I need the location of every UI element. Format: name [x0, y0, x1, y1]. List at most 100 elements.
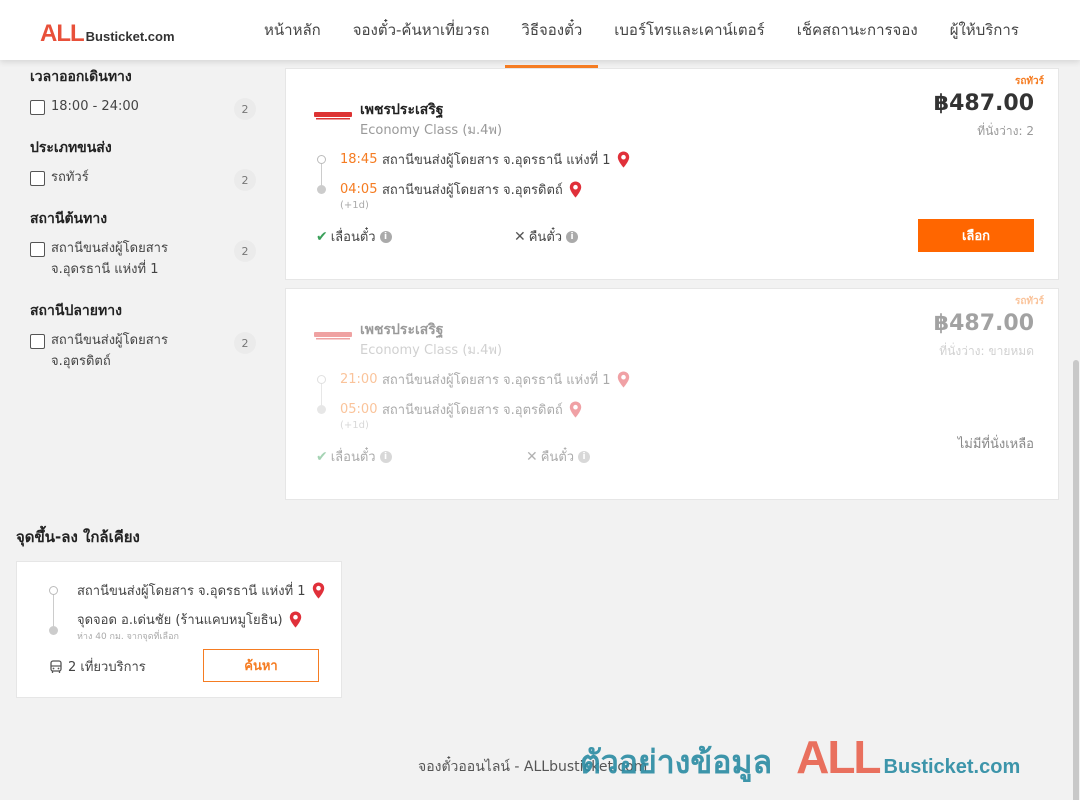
- trip-type-label: รถทัวร์: [1014, 76, 1044, 87]
- filter-departure-time: เวลาออกเดินทาง 18:00 - 24:00 2: [30, 66, 256, 120]
- map-pin-icon[interactable]: [569, 181, 582, 198]
- nearby-distance-note: ห่าง 40 กม. จากจุดที่เลือก: [77, 632, 179, 642]
- info-icon[interactable]: i: [379, 450, 392, 463]
- depart-time: 21:00: [340, 372, 378, 387]
- bus-icon: [50, 659, 62, 673]
- filter-title: เวลาออกเดินทาง: [30, 69, 132, 85]
- depart-stop: 18:45 สถานีขนส่งผู้โดยสาร จ.อุดรธานี แห่…: [340, 149, 630, 170]
- count-badge: 2: [234, 98, 256, 120]
- filter-checkbox[interactable]: [30, 100, 45, 115]
- filter-origin-station: สถานีต้นทาง สถานีขนส่งผู้โดยสาร จ.อุดรธา…: [30, 208, 256, 280]
- depart-station: สถานีขนส่งผู้โดยสาร จ.อุดรธานี แห่งที่ 1: [382, 153, 611, 168]
- nearby-to: จุดจอด อ.เด่นชัย (ร้านแคบหมูโยธิน): [77, 609, 302, 630]
- info-icon[interactable]: i: [379, 230, 392, 243]
- nav-phone-counters[interactable]: เบอร์โทรและเคาน์เตอร์: [598, 0, 780, 60]
- operator-name: เพชรประเสริฐ: [360, 102, 444, 118]
- trip-card: รถทัวร์ เพชรประเสริฐ Economy Class (ม.4พ…: [285, 288, 1059, 500]
- filter-option-label: รถทัวร์: [51, 170, 89, 185]
- depart-time: 18:45: [340, 152, 378, 167]
- logo-busticket-text: Busticket.com: [85, 29, 175, 44]
- check-icon: ✔: [316, 228, 328, 245]
- bus-class: Economy Class (ม.4พ): [360, 343, 503, 358]
- arrive-dot: [317, 185, 326, 194]
- info-icon[interactable]: i: [578, 450, 591, 463]
- policy-label: คืนตั๋ว: [540, 450, 575, 465]
- select-trip-button[interactable]: เลือก: [918, 219, 1034, 252]
- trip-price: ฿487.00: [933, 311, 1034, 336]
- from-dot: [49, 586, 58, 595]
- next-day-label: (+1d): [340, 420, 369, 431]
- filter-option-label: สถานีขนส่งผู้โดยสาร จ.อุตรดิตถ์: [51, 333, 168, 369]
- nearby-services: 2 เที่ยวบริการ: [49, 656, 146, 677]
- filter-destination-station: สถานีปลายทาง สถานีขนส่งผู้โดยสาร จ.อุตรด…: [30, 300, 256, 372]
- policy-label: คืนตั๋ว: [528, 230, 563, 245]
- watermark-busticket-text: Busticket.com: [883, 756, 1021, 778]
- policy-label: เลื่อนตั๋ว: [330, 230, 376, 245]
- nav-operators[interactable]: ผู้ให้บริการ: [934, 0, 1035, 60]
- operator-logo-icon: [314, 332, 352, 340]
- map-pin-icon[interactable]: [617, 371, 630, 388]
- refund-ticket-policy: ✕ คืนตั๋ว i: [514, 226, 579, 247]
- page-scrollbar[interactable]: [1072, 60, 1080, 800]
- nav-booking-search[interactable]: จองตั๋ว-ค้นหาเที่ยวรถ: [337, 0, 506, 60]
- filter-option[interactable]: 18:00 - 24:00 2: [30, 98, 256, 120]
- site-logo[interactable]: ALL Busticket.com: [40, 20, 175, 48]
- arrive-stop: 05:00 สถานีขนส่งผู้โดยสาร จ.อุตรดิตถ์: [340, 399, 582, 420]
- map-pin-icon[interactable]: [312, 582, 325, 599]
- nearby-from-station: สถานีขนส่งผู้โดยสาร จ.อุดรธานี แห่งที่ 1: [77, 584, 306, 599]
- trip-type-label: รถทัวร์: [1014, 296, 1044, 307]
- filter-checkbox[interactable]: [30, 171, 45, 186]
- info-icon[interactable]: i: [566, 230, 579, 243]
- nearby-to-station: จุดจอด อ.เด่นชัย (ร้านแคบหมูโยธิน): [77, 613, 283, 628]
- arrive-station: สถานีขนส่งผู้โดยสาร จ.อุตรดิตถ์: [382, 183, 563, 198]
- map-pin-icon[interactable]: [289, 611, 302, 628]
- count-badge: 2: [234, 240, 256, 262]
- operator-name: เพชรประเสริฐ: [360, 322, 444, 338]
- nav-home[interactable]: หน้าหลัก: [248, 0, 337, 60]
- x-icon: ✕: [514, 228, 526, 245]
- change-ticket-policy: ✔ เลื่อนตั๋ว i: [316, 446, 392, 467]
- filter-option[interactable]: สถานีขนส่งผู้โดยสาร จ.อุดรธานี แห่งที่ 1…: [30, 240, 256, 280]
- arrive-time: 05:00: [340, 402, 378, 417]
- nearby-from: สถานีขนส่งผู้โดยสาร จ.อุดรธานี แห่งที่ 1: [77, 580, 325, 601]
- sample-data-watermark: ตัวอย่างข้อมูล ALL Busticket.com: [580, 730, 1020, 788]
- refund-ticket-policy: ✕ คืนตั๋ว i: [526, 446, 591, 467]
- filter-checkbox[interactable]: [30, 334, 45, 349]
- watermark-thai-text: ตัวอย่างข้อมูล: [580, 743, 773, 781]
- trip-card: รถทัวร์ เพชรประเสริฐ Economy Class (ม.4พ…: [285, 68, 1059, 280]
- route-line: [53, 592, 54, 628]
- depart-dot: [317, 375, 326, 384]
- next-day-label: (+1d): [340, 200, 369, 211]
- depart-stop: 21:00 สถานีขนส่งผู้โดยสาร จ.อุดรธานี แห่…: [340, 369, 630, 390]
- map-pin-icon[interactable]: [617, 151, 630, 168]
- nav-check-booking[interactable]: เช็คสถานะการจอง: [781, 0, 934, 60]
- filter-checkbox[interactable]: [30, 242, 45, 257]
- arrive-stop: 04:05 สถานีขนส่งผู้โดยสาร จ.อุตรดิตถ์: [340, 179, 582, 200]
- main-nav: หน้าหลัก จองตั๋ว-ค้นหาเที่ยวรถ วิธีจองตั…: [248, 0, 1035, 68]
- policy-label: เลื่อนตั๋ว: [330, 450, 376, 465]
- filter-option[interactable]: สถานีขนส่งผู้โดยสาร จ.อุตรดิตถ์ 2: [30, 332, 256, 372]
- arrive-dot: [317, 405, 326, 414]
- operator-logo-icon: [314, 112, 352, 120]
- count-badge: 2: [234, 169, 256, 191]
- filter-sidebar: เวลาออกเดินทาง 18:00 - 24:00 2 ประเภทขนส…: [30, 66, 256, 392]
- trip-stops: 21:00 สถานีขนส่งผู้โดยสาร จ.อุดรธานี แห่…: [316, 367, 736, 437]
- arrive-time: 04:05: [340, 182, 378, 197]
- nav-how-to-book[interactable]: วิธีจองตั๋ว: [505, 0, 599, 68]
- scrollbar-thumb[interactable]: [1073, 360, 1079, 800]
- trip-price: ฿487.00: [933, 91, 1034, 116]
- check-icon: ✔: [316, 448, 328, 465]
- depart-station: สถานีขนส่งผู้โดยสาร จ.อุดรธานี แห่งที่ 1: [382, 373, 611, 388]
- nearby-search-button[interactable]: ค้นหา: [203, 649, 319, 682]
- seats-available: ที่นั่งว่าง: 2: [977, 124, 1034, 138]
- change-ticket-policy: ✔ เลื่อนตั๋ว i: [316, 226, 392, 247]
- map-pin-icon[interactable]: [569, 401, 582, 418]
- filter-title: สถานีต้นทาง: [30, 211, 108, 227]
- soldout-label: ไม่มีที่นั่งเหลือ: [957, 437, 1034, 452]
- filter-option-label: สถานีขนส่งผู้โดยสาร จ.อุดรธานี แห่งที่ 1: [51, 241, 168, 277]
- count-badge: 2: [234, 332, 256, 354]
- filter-option[interactable]: รถทัวร์ 2: [30, 169, 256, 191]
- filter-title: สถานีปลายทาง: [30, 303, 122, 319]
- watermark-all-text: ALL: [796, 731, 881, 783]
- seats-available: ที่นั่งว่าง: ขายหมด: [939, 344, 1034, 358]
